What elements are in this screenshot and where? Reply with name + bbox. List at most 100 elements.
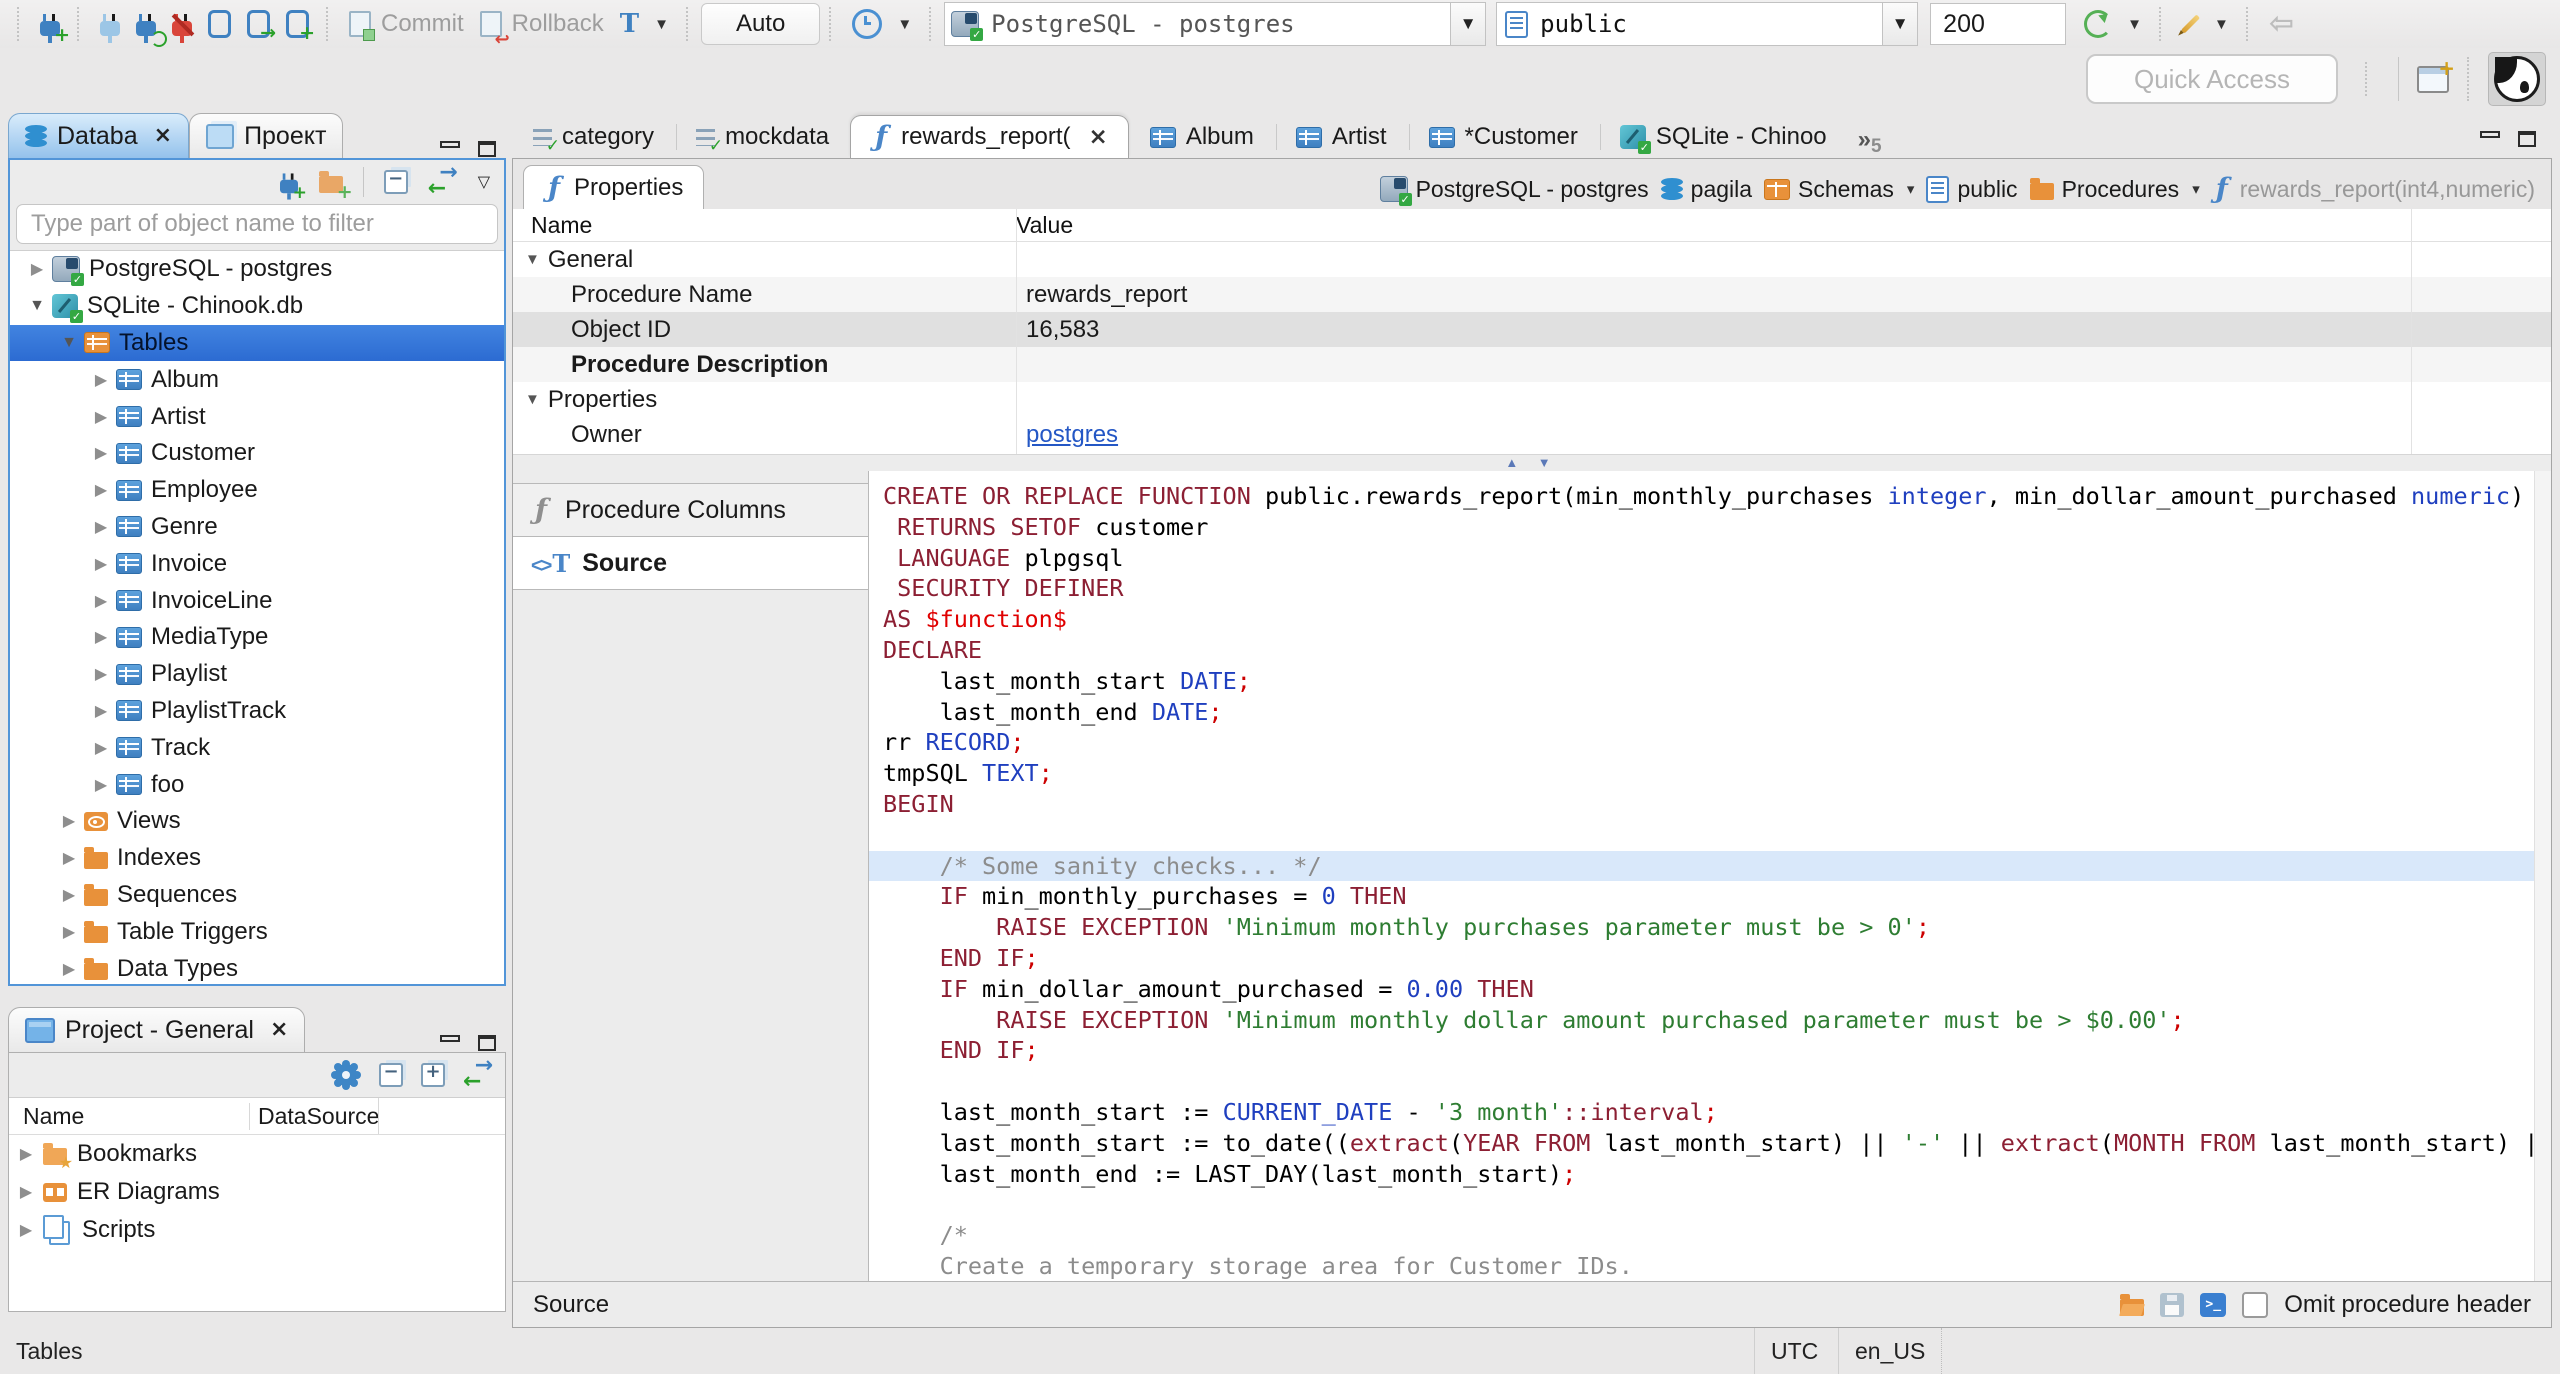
chevron-right-icon[interactable]: ▶ bbox=[86, 664, 116, 684]
new-connection-icon[interactable]: + bbox=[279, 172, 307, 200]
editor-tab-album[interactable]: Album bbox=[1129, 115, 1275, 158]
disconnect-button[interactable] bbox=[164, 3, 200, 45]
dbeaver-perspective-button[interactable] bbox=[2488, 52, 2546, 106]
link-with-editor-icon[interactable]: → ← bbox=[463, 1055, 493, 1093]
project-item-scripts[interactable]: ▶ Scripts bbox=[9, 1211, 505, 1249]
chevron-right-icon[interactable]: ▶ bbox=[86, 701, 116, 721]
chevron-right-icon[interactable]: ▶ bbox=[86, 407, 116, 427]
quick-access-input[interactable]: Quick Access bbox=[2086, 54, 2338, 104]
editor-tab--customer[interactable]: *Customer bbox=[1408, 115, 1599, 158]
breadcrumb-item-rewards-report-int4-numeric-[interactable]: ƒ rewards_report(int4,numeric) bbox=[2212, 175, 2535, 203]
breadcrumb-item-public[interactable]: public bbox=[1926, 175, 2018, 203]
breadcrumb-item-pagila[interactable]: pagila bbox=[1660, 176, 1752, 203]
chevron-right-icon[interactable]: ▶ bbox=[54, 885, 84, 905]
reconnect-button[interactable] bbox=[128, 3, 167, 47]
chevron-right-icon[interactable]: ▶ bbox=[54, 959, 84, 979]
tree-item-playlist[interactable]: ▶ Playlist bbox=[10, 656, 504, 693]
chevron-down-icon[interactable]: ▼ bbox=[525, 251, 540, 268]
tree-item-genre[interactable]: ▶ Genre bbox=[10, 509, 504, 546]
tree-item-sequences[interactable]: ▶ Sequences bbox=[10, 877, 504, 914]
close-icon[interactable]: × bbox=[154, 125, 172, 147]
history-button[interactable]: ▼ bbox=[844, 3, 920, 45]
tree-item-postgresql-postgres[interactable]: ▶ ✓ PostgreSQL - postgres bbox=[10, 251, 504, 288]
subtab-source[interactable]: <>T Source bbox=[513, 536, 868, 590]
column-header-name[interactable]: Name bbox=[9, 1103, 249, 1130]
project-item-bookmarks[interactable]: ▶ ★ Bookmarks bbox=[9, 1135, 505, 1173]
breadcrumb-item-schemas[interactable]: Schemas ▾ bbox=[1764, 176, 1914, 203]
tree-item-indexes[interactable]: ▶ Indexes bbox=[10, 840, 504, 877]
chevron-right-icon[interactable]: ▶ bbox=[86, 591, 116, 611]
splitter-handle[interactable]: ▲ ▼ bbox=[513, 454, 2551, 472]
chevron-right-icon[interactable]: ▶ bbox=[9, 1220, 43, 1240]
chevron-right-icon[interactable]: ▶ bbox=[86, 738, 116, 758]
tree-item-invoice[interactable]: ▶ Invoice bbox=[10, 545, 504, 582]
property-row-general[interactable]: ▼ General bbox=[513, 242, 2551, 277]
tree-item-table-triggers[interactable]: ▶ Table Triggers bbox=[10, 913, 504, 950]
open-perspective-icon[interactable]: + bbox=[2417, 58, 2455, 93]
chevron-down-icon[interactable]: ▾ bbox=[2192, 180, 2200, 198]
chevron-right-icon[interactable]: ▶ bbox=[54, 811, 84, 831]
back-button[interactable]: ⇦ bbox=[2261, 3, 2302, 45]
omit-procedure-header-checkbox[interactable] bbox=[2242, 1291, 2269, 1318]
chevron-right-icon[interactable]: ▶ bbox=[86, 775, 116, 795]
chevron-right-icon[interactable]: ▶ bbox=[54, 848, 84, 868]
chevron-right-icon[interactable]: ▶ bbox=[86, 517, 116, 537]
editor-tab-sqlite-chinoo[interactable]: ✓ SQLite - Chinoo bbox=[1599, 115, 1848, 158]
new-folder-icon[interactable]: + bbox=[318, 171, 353, 202]
maximize-icon[interactable] bbox=[476, 1034, 498, 1052]
open-console-icon[interactable]: >_ bbox=[2200, 1292, 2227, 1317]
chevron-right-icon[interactable]: ▶ bbox=[54, 922, 84, 942]
chevron-right-icon[interactable]: ▶ bbox=[9, 1182, 43, 1202]
source-code-viewer[interactable]: CREATE OR REPLACE FUNCTION public.reward… bbox=[869, 471, 2551, 1281]
expand-all-icon[interactable] bbox=[421, 1062, 445, 1087]
save-file-icon[interactable] bbox=[2160, 1292, 2185, 1317]
tab-project-general[interactable]: Project - General × bbox=[8, 1007, 306, 1052]
column-header-value[interactable]: Value bbox=[1016, 212, 1073, 239]
rollback-button[interactable]: ↩ Rollback bbox=[472, 3, 612, 49]
auto-sync-button[interactable]: ▼ bbox=[2076, 3, 2150, 45]
tab-database-navigator[interactable]: Databa × bbox=[8, 113, 190, 158]
minimize-icon[interactable] bbox=[2478, 130, 2500, 148]
tree-item-artist[interactable]: ▶ Artist bbox=[10, 398, 504, 435]
fetch-size-input[interactable]: 200 bbox=[1930, 3, 2067, 45]
property-row-object-id[interactable]: Object ID 16,583 bbox=[513, 312, 2551, 347]
editor-tab-artist[interactable]: Artist bbox=[1275, 115, 1408, 158]
schema-combo-dropdown[interactable]: ▼ bbox=[1882, 3, 1918, 45]
chevron-down-icon[interactable]: ▼ bbox=[525, 391, 540, 408]
connection-combo-dropdown[interactable]: ▼ bbox=[1450, 3, 1486, 45]
minimize-icon[interactable] bbox=[438, 1034, 460, 1052]
chevron-right-icon[interactable]: ▶ bbox=[86, 480, 116, 500]
pending-transactions-button[interactable]: T ▼ bbox=[612, 3, 677, 45]
breadcrumb-item-procedures[interactable]: Procedures ▾ bbox=[2029, 176, 2200, 203]
tab-overflow-indicator[interactable]: » 5 bbox=[1848, 122, 1892, 158]
vertical-scrollbar[interactable] bbox=[2534, 471, 2551, 1281]
tree-item-foo[interactable]: ▶ foo bbox=[10, 766, 504, 803]
column-header-name[interactable]: Name bbox=[513, 212, 1016, 239]
configure-gear-icon[interactable] bbox=[335, 1064, 357, 1086]
property-row-properties[interactable]: ▼ Properties bbox=[513, 382, 2551, 417]
property-row-procedure-description[interactable]: Procedure Description bbox=[513, 347, 2551, 382]
chevron-down-icon[interactable]: ▾ bbox=[1907, 180, 1915, 198]
editor-tab-rewards-report-[interactable]: ƒ rewards_report(× bbox=[850, 115, 1129, 158]
collapse-all-icon[interactable] bbox=[379, 1062, 403, 1087]
tree-item-album[interactable]: ▶ Album bbox=[10, 361, 504, 398]
open-file-icon[interactable] bbox=[2120, 1293, 2145, 1316]
tree-item-customer[interactable]: ▶ Customer bbox=[10, 435, 504, 472]
connection-combo[interactable]: ✓ PostgreSQL - postgres ▼ bbox=[944, 2, 1487, 46]
tree-item-data-types[interactable]: ▶ Data Types bbox=[10, 950, 504, 984]
tab-properties[interactable]: ƒ Properties bbox=[523, 165, 705, 210]
tree-item-views[interactable]: ▶ Views bbox=[10, 803, 504, 840]
minimize-icon[interactable] bbox=[438, 140, 460, 158]
tree-item-tables[interactable]: ▼ Tables bbox=[10, 324, 504, 362]
tree-item-invoiceline[interactable]: ▶ InvoiceLine bbox=[10, 582, 504, 619]
chevron-right-icon[interactable]: ▶ bbox=[9, 1144, 43, 1164]
schema-combo[interactable]: public ▼ bbox=[1496, 2, 1919, 46]
transaction-jump-button[interactable]: → bbox=[239, 3, 278, 45]
tree-item-sqlite-chinook-db[interactable]: ▼ ✓ SQLite - Chinook.db bbox=[10, 288, 504, 325]
chevron-down-icon[interactable]: ▼ bbox=[54, 334, 84, 352]
link-with-editor-icon[interactable]: → ← bbox=[428, 162, 458, 200]
chevron-down-icon[interactable]: ▼ bbox=[22, 297, 52, 315]
maximize-icon[interactable] bbox=[2516, 130, 2538, 148]
editor-tab-category[interactable]: ✓ category bbox=[512, 115, 675, 158]
close-icon[interactable]: × bbox=[1089, 125, 1108, 149]
